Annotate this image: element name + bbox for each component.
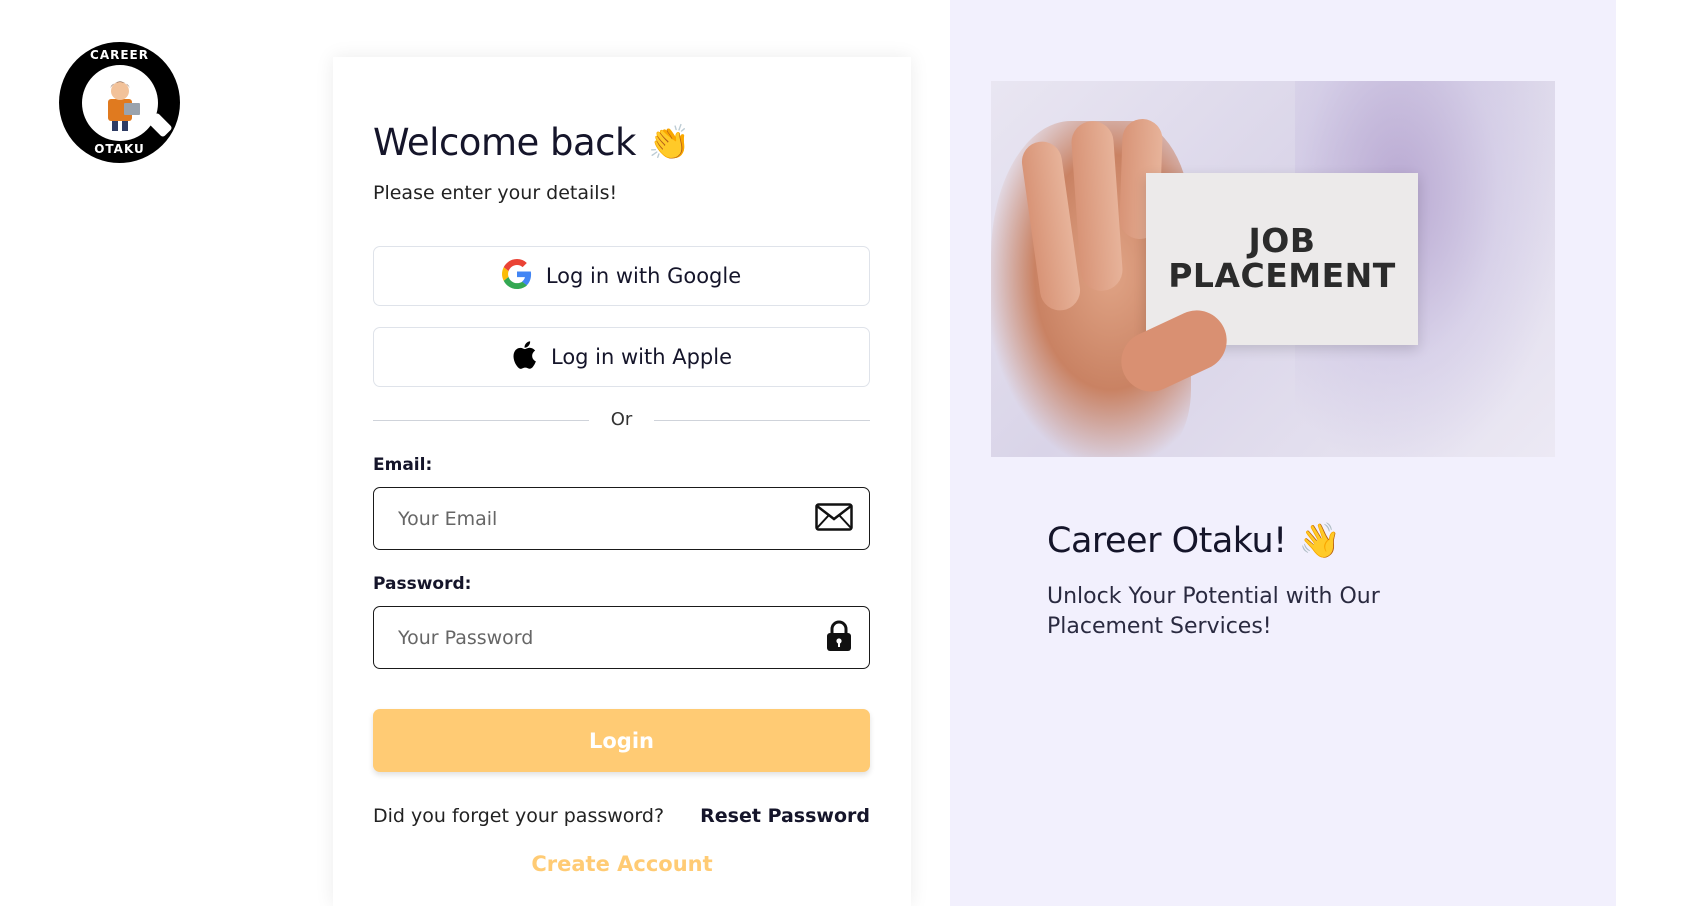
- google-login-button[interactable]: Log in with Google: [373, 246, 870, 306]
- envelope-icon: [815, 502, 853, 535]
- email-label: Email:: [373, 455, 433, 475]
- clapping-hands-icon: 👏: [647, 122, 690, 163]
- login-page: CAREER OTAKU Welcome back 👏 Please enter…: [0, 0, 1703, 906]
- lock-icon: [825, 620, 853, 656]
- logo-character-icon: [81, 64, 158, 141]
- login-card: Welcome back 👏 Please enter your details…: [333, 57, 911, 906]
- apple-login-label: Log in with Apple: [550, 345, 732, 369]
- logo-text-bottom: OTAKU: [94, 142, 145, 156]
- career-otaku-logo[interactable]: CAREER OTAKU: [59, 42, 180, 163]
- divider-line-right: [654, 420, 870, 421]
- password-input[interactable]: [398, 626, 825, 649]
- promo-panel: JOB PLACEMENT Career Otaku! 👋 Unlock You…: [950, 0, 1616, 906]
- google-login-label: Log in with Google: [545, 264, 742, 288]
- login-button[interactable]: Login: [373, 709, 870, 772]
- forgot-password-text: Did you forget your password?: [373, 805, 665, 827]
- or-divider: Or: [373, 409, 870, 431]
- job-placement-image: JOB PLACEMENT: [991, 81, 1555, 457]
- email-input[interactable]: [398, 507, 815, 530]
- password-label: Password:: [373, 574, 472, 594]
- email-field: [373, 487, 870, 550]
- password-field: [373, 606, 870, 669]
- card-text-line2: PLACEMENT: [1168, 256, 1396, 295]
- waving-hand-icon: 👋: [1298, 521, 1341, 561]
- apple-icon: [511, 340, 537, 375]
- card-text-line1: JOB: [1248, 221, 1316, 261]
- promo-title-text: Career Otaku!: [1047, 521, 1287, 561]
- promo-subtitle: Unlock Your Potential with Our Placement…: [1047, 584, 1380, 639]
- welcome-heading-text: Welcome back: [373, 121, 636, 164]
- create-account-link[interactable]: Create Account: [333, 852, 911, 876]
- google-icon: [501, 258, 532, 294]
- welcome-subheading: Please enter your details!: [373, 182, 618, 204]
- logo-text-top: CAREER: [90, 48, 149, 62]
- apple-login-button[interactable]: Log in with Apple: [373, 327, 870, 387]
- welcome-heading: Welcome back 👏: [373, 121, 690, 164]
- promo-title: Career Otaku! 👋: [1047, 521, 1341, 561]
- reset-password-link[interactable]: Reset Password: [700, 805, 870, 827]
